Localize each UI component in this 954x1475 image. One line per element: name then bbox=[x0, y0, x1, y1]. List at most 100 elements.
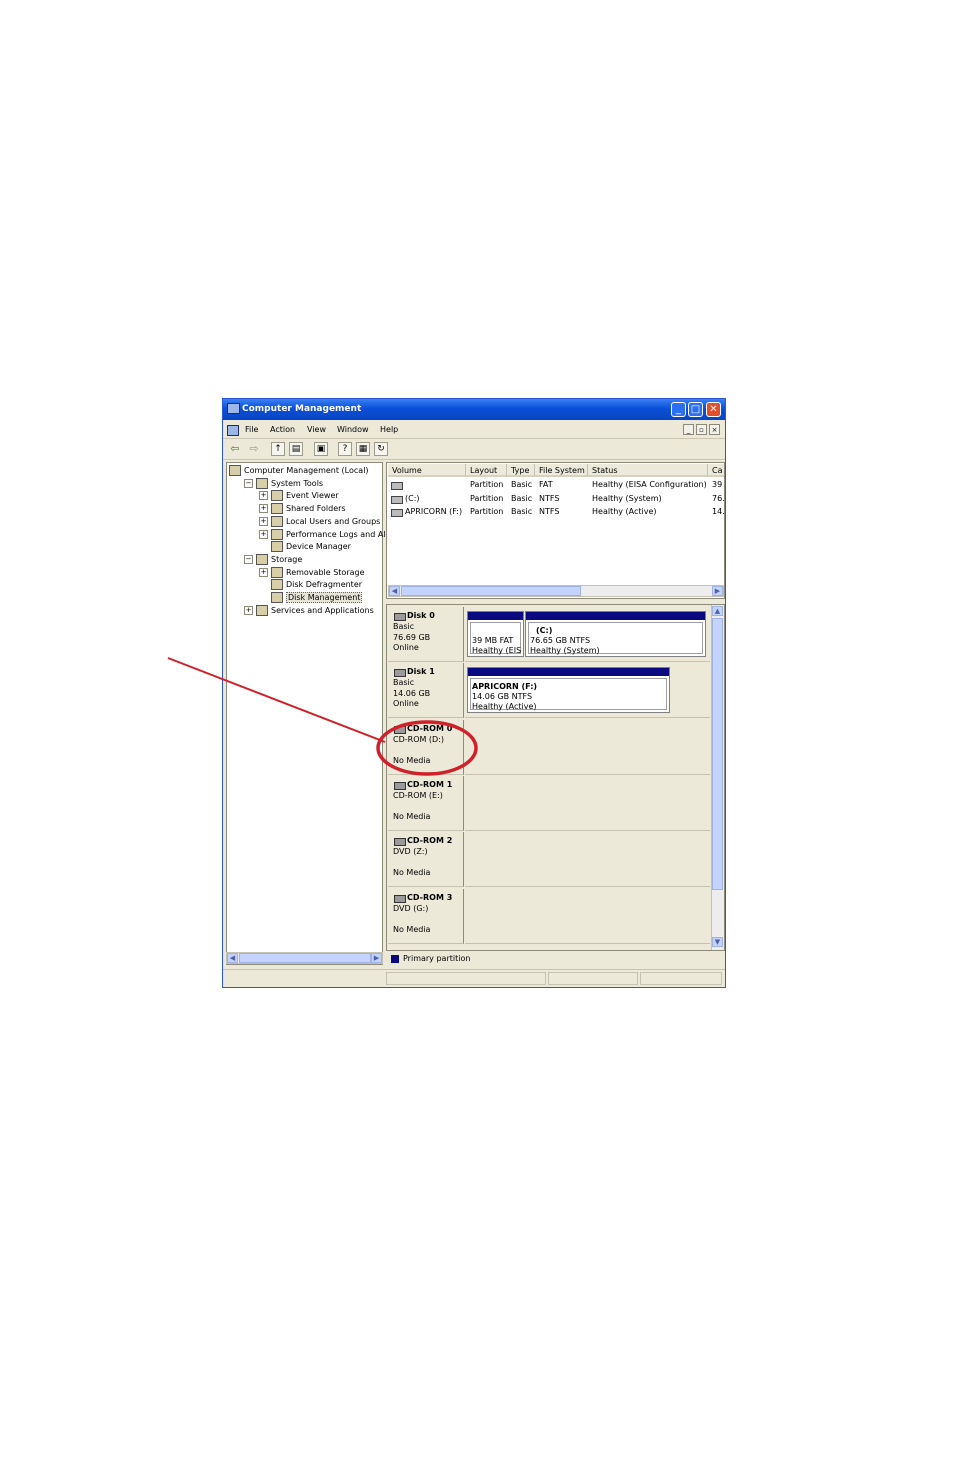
scroll-left-icon[interactable]: ◀ bbox=[227, 953, 238, 963]
menu-bar: File Action View Window Help _ ▫ × bbox=[223, 422, 725, 439]
menu-file[interactable]: File bbox=[245, 425, 258, 434]
child-minimize-button[interactable]: _ bbox=[683, 424, 694, 435]
volume-cell[interactable]: 39 bbox=[712, 480, 724, 489]
partition-block[interactable]: APRICORN (F:) 14.06 GB NTFS Healthy (Activ… bbox=[467, 667, 670, 714]
cd-drive-icon bbox=[394, 725, 406, 734]
disk-label[interactable]: Disk 1 Basic 14.06 GB Online bbox=[388, 663, 464, 719]
settings-icon[interactable]: ▦ bbox=[356, 442, 370, 456]
volume-cell[interactable]: Basic bbox=[511, 480, 538, 489]
volume-cell[interactable]: Basic bbox=[511, 494, 538, 503]
volume-cell[interactable]: Healthy (Active) bbox=[592, 507, 710, 516]
volume-cell[interactable]: APRICORN (F:) bbox=[405, 507, 467, 516]
expand-icon[interactable]: + bbox=[259, 529, 268, 539]
menu-help[interactable]: Help bbox=[380, 425, 398, 434]
toolbar: ⇦ ⇨ ↑ ▤ ▣ ? ▦ ↻ bbox=[223, 440, 725, 460]
disk-label[interactable]: Disk 0 Basic 76.69 GB Online bbox=[388, 607, 464, 662]
partition-block[interactable]: (C:) 76.65 GB NTFS Healthy (System) bbox=[525, 611, 706, 657]
scroll-thumb[interactable] bbox=[239, 953, 371, 963]
partition-size: 39 MB FAT bbox=[472, 636, 514, 645]
disk-partition-area: APRICORN (F:) 14.06 GB NTFS Healthy (Activ… bbox=[465, 663, 710, 719]
scroll-right-icon[interactable]: ▶ bbox=[371, 953, 382, 963]
legend-label: Primary partition bbox=[403, 954, 471, 963]
partition-block[interactable]: 39 MB FAT Healthy (EIS bbox=[467, 611, 524, 657]
scroll-thumb[interactable] bbox=[401, 586, 581, 596]
child-restore-button[interactable]: ▫ bbox=[696, 424, 707, 435]
tree-item[interactable]: + Local Users and Groups bbox=[259, 515, 380, 529]
volume-cell[interactable]: 14. bbox=[712, 507, 724, 516]
list-horizontal-scrollbar[interactable]: ◀ ▶ bbox=[388, 585, 724, 597]
tree-item[interactable]: − System Tools bbox=[244, 477, 323, 491]
column-header-file-system[interactable]: File System bbox=[535, 464, 588, 477]
maximize-button[interactable]: □ bbox=[688, 402, 703, 417]
disk-label[interactable]: CD-ROM 1 CD-ROM (E:) No Media bbox=[388, 775, 464, 831]
collapse-icon[interactable]: − bbox=[244, 478, 253, 488]
expand-icon[interactable]: + bbox=[259, 504, 268, 514]
volume-cell[interactable]: Partition bbox=[470, 494, 510, 503]
forward-arrow-icon[interactable]: ⇨ bbox=[247, 442, 261, 456]
column-header-capacity[interactable]: Ca bbox=[708, 464, 724, 477]
disk-label[interactable]: CD-ROM 0 CD-ROM (D:) No Media bbox=[388, 719, 464, 775]
tree-horizontal-scrollbar[interactable]: ◀ ▶ bbox=[226, 952, 383, 964]
column-header-layout[interactable]: Layout bbox=[466, 464, 507, 477]
scroll-thumb[interactable] bbox=[712, 618, 723, 890]
back-arrow-icon[interactable]: ⇦ bbox=[228, 442, 242, 456]
tree-item[interactable]: Computer Management (Local) bbox=[229, 465, 369, 478]
minimize-button[interactable]: _ bbox=[671, 402, 686, 417]
console-tree: Computer Management (Local) − System Tools… bbox=[226, 462, 401, 965]
scroll-right-icon[interactable]: ▶ bbox=[712, 586, 723, 596]
scroll-down-icon[interactable]: ▼ bbox=[712, 937, 723, 947]
disk-info-line: Online bbox=[393, 699, 419, 709]
menu-window[interactable]: Window bbox=[337, 425, 369, 434]
column-header-volume[interactable]: Volume bbox=[388, 464, 466, 477]
volume-cell[interactable]: Healthy (System) bbox=[592, 494, 710, 503]
tree-node-icon bbox=[271, 503, 283, 515]
expand-icon[interactable]: + bbox=[259, 567, 268, 577]
disk-view-vertical-scrollbar[interactable]: ▲ ▼ bbox=[711, 605, 724, 950]
tree-item[interactable]: + Removable Storage bbox=[259, 566, 365, 580]
scroll-up-icon[interactable]: ▲ bbox=[712, 606, 723, 616]
volume-cell[interactable]: 76. bbox=[712, 494, 724, 503]
menu-action[interactable]: Action bbox=[270, 425, 295, 434]
tree-item[interactable]: + Services and Applications bbox=[244, 604, 374, 618]
volume-cell[interactable]: Basic bbox=[511, 507, 538, 516]
tree-item[interactable]: Device Manager bbox=[259, 541, 351, 554]
partition-status: Healthy (EIS bbox=[472, 646, 522, 655]
volume-cell[interactable]: Partition bbox=[470, 480, 510, 489]
tree-item[interactable]: + Performance Logs and Alerts bbox=[259, 528, 401, 542]
collapse-icon[interactable]: − bbox=[244, 554, 253, 564]
expand-icon[interactable]: + bbox=[259, 516, 268, 526]
title-bar[interactable]: Computer Management _ □ ✕ bbox=[223, 399, 725, 420]
up-folder-icon[interactable]: ↑ bbox=[271, 442, 285, 456]
volume-cell[interactable]: (C:) bbox=[405, 494, 467, 503]
tree-item[interactable]: + Event Viewer bbox=[259, 490, 339, 503]
tree-item[interactable]: + Shared Folders bbox=[259, 503, 346, 516]
volume-cell[interactable]: NTFS bbox=[539, 507, 591, 516]
disk-label[interactable]: CD-ROM 3 DVD (G:) No Media bbox=[388, 888, 464, 944]
tree-item-label: Event Viewer bbox=[286, 491, 339, 501]
properties-icon[interactable]: ▣ bbox=[314, 442, 328, 456]
status-pane-1 bbox=[386, 972, 546, 985]
disk-info-line: Online bbox=[393, 643, 419, 652]
scroll-left-icon[interactable]: ◀ bbox=[389, 586, 400, 596]
volume-cell[interactable]: Healthy (EISA Configuration) bbox=[592, 480, 710, 489]
refresh-icon[interactable]: ↻ bbox=[374, 442, 388, 456]
show-hide-tree-icon[interactable]: ▤ bbox=[289, 442, 303, 456]
column-header-status[interactable]: Status bbox=[588, 464, 708, 477]
volume-cell[interactable]: NTFS bbox=[539, 494, 591, 503]
close-button[interactable]: ✕ bbox=[706, 402, 721, 417]
menu-view[interactable]: View bbox=[307, 425, 326, 434]
tree-item[interactable]: − Storage bbox=[244, 553, 302, 567]
child-close-button[interactable]: × bbox=[709, 424, 720, 435]
volume-cell[interactable]: FAT bbox=[539, 480, 591, 489]
tree-item[interactable]: Disk Defragmenter bbox=[259, 579, 362, 592]
column-header-type[interactable]: Type bbox=[507, 464, 535, 477]
expand-icon[interactable]: + bbox=[259, 491, 268, 501]
disk-partition-area bbox=[465, 889, 710, 944]
system-menu-icon[interactable] bbox=[227, 425, 239, 436]
disk-info-line: No Media bbox=[393, 811, 431, 821]
expand-icon[interactable]: + bbox=[244, 605, 253, 615]
volume-cell[interactable]: Partition bbox=[470, 507, 510, 516]
help-icon[interactable]: ? bbox=[338, 442, 352, 456]
tree-item[interactable]: Disk Management bbox=[259, 592, 363, 605]
disk-label[interactable]: CD-ROM 2 DVD (Z:) No Media bbox=[388, 832, 464, 888]
